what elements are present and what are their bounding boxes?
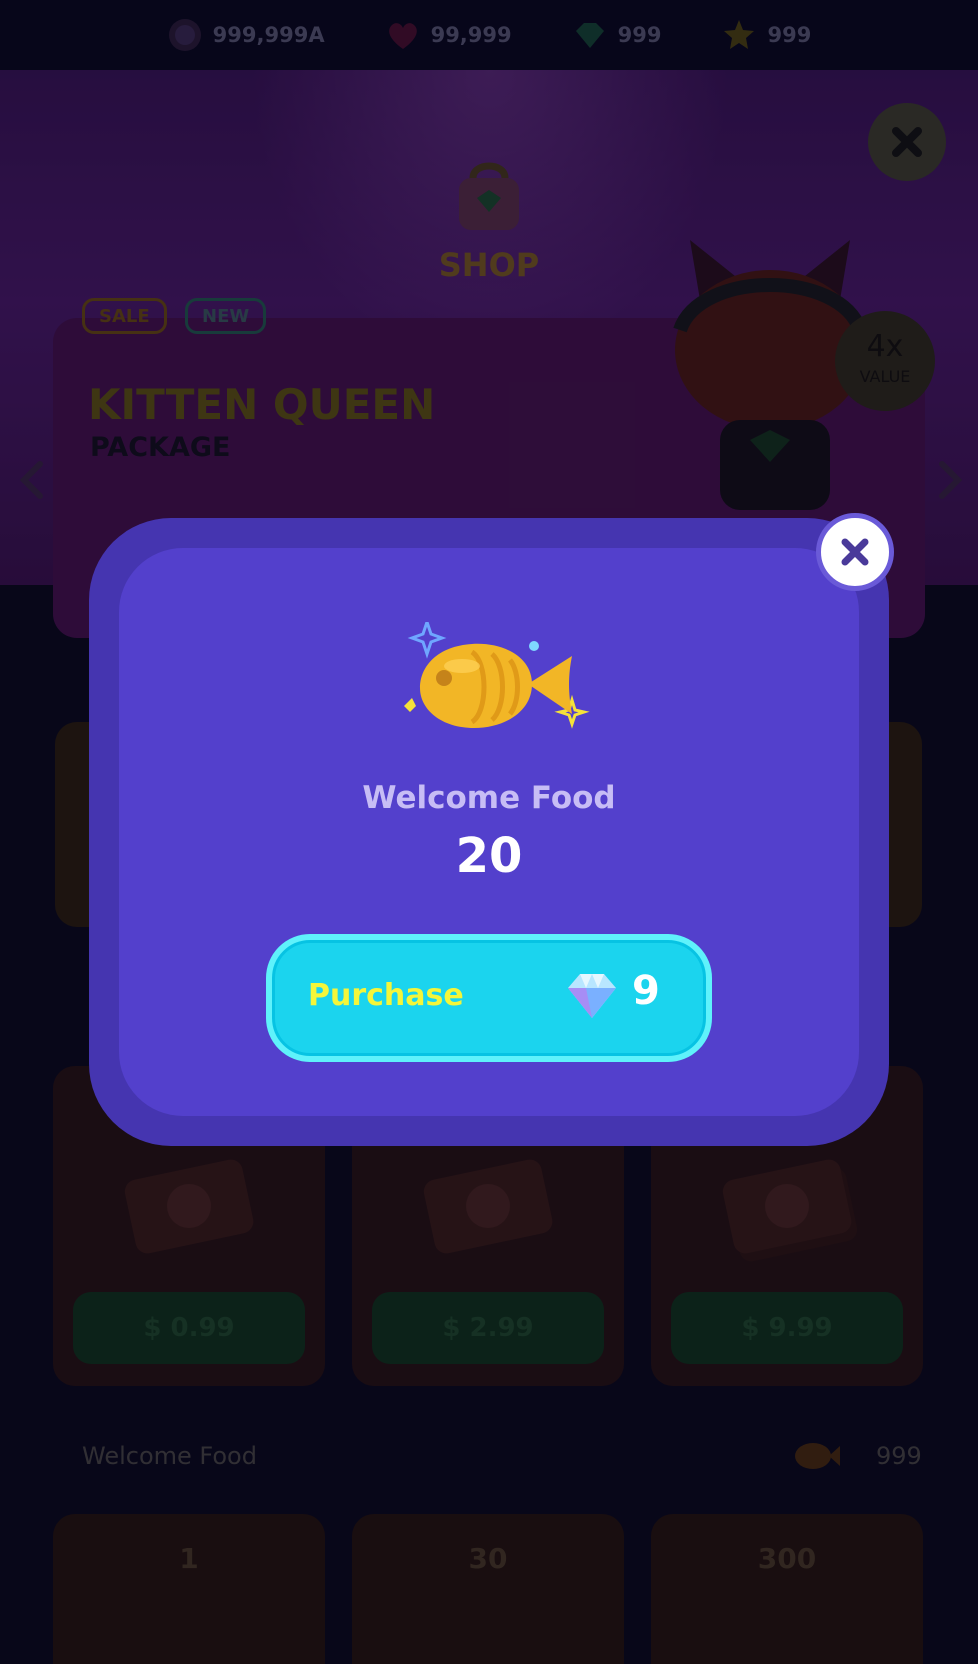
item-name: Welcome Food <box>362 780 616 816</box>
close-icon <box>841 538 869 566</box>
fish-food-icon <box>404 622 590 729</box>
item-quantity: 20 <box>455 828 523 884</box>
dialog-close-button[interactable] <box>816 513 894 591</box>
purchase-price: 9 <box>632 968 660 1014</box>
diamond-icon <box>568 974 616 1018</box>
purchase-button[interactable]: Purchase 9 <box>266 934 712 1062</box>
purchase-label: Purchase <box>308 978 464 1013</box>
